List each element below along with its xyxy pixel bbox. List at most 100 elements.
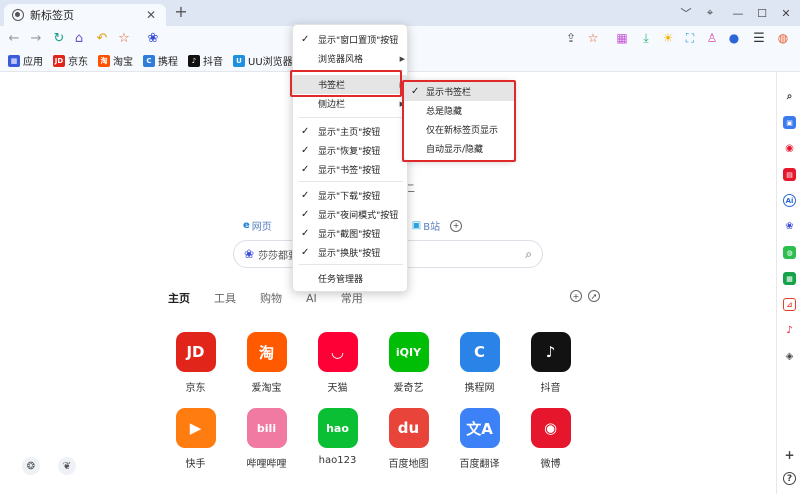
forward-button[interactable]: → (27, 29, 45, 47)
sidebar-baidu-icon[interactable]: ❀ (783, 220, 796, 233)
apps-icon[interactable]: ▦ (613, 29, 631, 47)
back-button[interactable]: ← (5, 29, 23, 47)
site-logo-icon: ♪ (530, 332, 571, 372)
pin-window-button[interactable]: ⌖ (698, 0, 722, 26)
search-icon[interactable]: ⌕ (525, 247, 532, 262)
site-name: 爱奇艺 (393, 383, 424, 394)
screenshot-icon[interactable]: ⛶ (681, 29, 699, 47)
bookmark-star-button[interactable]: ☆ (115, 29, 133, 47)
tab-ai[interactable]: AI (306, 292, 317, 305)
tab-home[interactable]: 主页 (168, 290, 190, 306)
skin-icon[interactable]: ♙ (703, 29, 721, 47)
tab-tools[interactable]: 工具 (214, 290, 236, 306)
explore-compass-icon[interactable]: ➚ (588, 290, 600, 302)
help-icon[interactable]: ? (783, 472, 796, 485)
tab-close-icon[interactable]: ✕ (144, 8, 158, 22)
submenu-item-label: 仅在新标签页显示 (426, 126, 499, 136)
submenu-item[interactable]: 自动显示/隐藏 (404, 139, 514, 158)
menu-item[interactable]: 任务管理器 (293, 269, 409, 288)
bookmark-item[interactable]: C 携程 (143, 53, 178, 68)
sidebar-wechat-icon[interactable]: ◍ (783, 246, 796, 259)
sidebar-weibo-icon[interactable]: ◉ (783, 142, 796, 155)
site-tile[interactable]: iQIY 爱奇艺 (373, 332, 444, 394)
sidebar-music-icon[interactable]: ♪ (783, 324, 796, 337)
menu-item[interactable]: ✓ 显示"夜间模式"按钮 (293, 205, 409, 224)
douyin-icon: ♪ (188, 54, 200, 67)
menu-item[interactable]: ✓ 显示"窗口置顶"按钮 (293, 30, 409, 49)
maximize-button[interactable]: ☐ (750, 0, 774, 26)
menu-item[interactable]: ✓ 显示"主页"按钮 (293, 122, 409, 141)
menu-item[interactable]: ✓ 显示"换肤"按钮 (293, 243, 409, 262)
sidebar-pdf-icon[interactable]: ⊿ (783, 298, 796, 311)
site-tile[interactable]: ♪ 抖音 (515, 332, 586, 394)
site-tile[interactable]: bili 哔哩哔哩 (231, 408, 302, 470)
site-name: 快手 (185, 459, 206, 470)
menu-item[interactable]: 书签栏 ▶ (293, 75, 409, 94)
sidebar-app-icon[interactable]: ▣ (783, 116, 796, 129)
home-button[interactable]: ⌂ (70, 29, 88, 47)
submenu-item[interactable]: 总是隐藏 (404, 101, 514, 120)
share-icon[interactable]: ⇪ (562, 29, 580, 47)
site-logo-icon: ▶ (175, 408, 216, 448)
sidebar-ai-icon[interactable]: Ai (783, 194, 796, 207)
site-tile[interactable]: C 携程网 (444, 332, 515, 394)
sidebar-game-icon[interactable]: ◈ (783, 350, 796, 363)
site-tile[interactable]: du 百度地图 (373, 408, 444, 470)
menu-item[interactable]: ✓ 显示"下载"按钮 (293, 186, 409, 205)
wallpaper-icon[interactable]: ❂ (22, 457, 40, 475)
add-engine-icon[interactable]: + (450, 219, 463, 232)
site-tile[interactable]: ◉ 微博 (515, 408, 586, 470)
night-mode-icon[interactable]: ☀ (659, 29, 677, 47)
menu-item[interactable]: ✓ 显示"恢复"按钮 (293, 141, 409, 160)
menu-item[interactable]: ✓ 显示"截图"按钮 (293, 224, 409, 243)
bookmark-item[interactable]: ▦ 应用 (8, 53, 43, 68)
add-site-icon[interactable]: + (570, 290, 582, 302)
site-logo-icon: du (388, 408, 429, 448)
baidu-icon[interactable]: ❀ (144, 29, 162, 47)
submenu-item[interactable]: 仅在新标签页显示 (404, 120, 514, 139)
download-icon[interactable]: ⤓ (637, 29, 655, 47)
engine-web-tab[interactable]: e 网页 (243, 218, 272, 233)
menu-icon[interactable]: ☰ (750, 29, 768, 47)
reload-button[interactable]: ↻ (50, 29, 68, 47)
menu-item[interactable]: 浏览器风格 ▶ (293, 49, 409, 68)
restore-button[interactable]: ↶ (93, 29, 111, 47)
tab-new-tab[interactable]: 新标签页 ✕ (4, 4, 166, 26)
close-window-button[interactable]: ✕ (774, 0, 798, 26)
site-tile[interactable]: JD 京东 (160, 332, 231, 394)
menu-item-label: 显示"主页"按钮 (318, 128, 381, 138)
bilibili-icon: ▣ (411, 220, 422, 231)
check-icon: ✓ (301, 164, 310, 175)
new-tab-button[interactable]: + (173, 4, 189, 20)
menu-item-label: 显示"恢复"按钮 (318, 147, 381, 157)
menu-item[interactable]: ✓ 显示"书签"按钮 (293, 160, 409, 179)
check-icon: ✓ (301, 126, 310, 137)
tab-shopping[interactable]: 购物 (260, 290, 282, 306)
tab-common[interactable]: 常用 (341, 290, 363, 306)
sidebar-sheet-icon[interactable]: ▦ (783, 272, 796, 285)
menu-item-label: 显示"夜间模式"按钮 (318, 211, 399, 221)
favorite-star-icon[interactable]: ☆ (584, 29, 602, 47)
bookmark-item[interactable]: JD 京东 (53, 53, 88, 68)
menu-divider (299, 117, 403, 118)
tab-list-button[interactable]: ﹀ (674, 0, 698, 26)
engine-bilibili-tab[interactable]: ▣ B站 (412, 218, 440, 233)
site-tile[interactable]: 淘爱淘宝 (231, 332, 302, 394)
ai-assistant-icon[interactable]: ◍ (774, 29, 792, 47)
sidebar-search-icon[interactable]: ⌕ (783, 90, 796, 103)
site-tile[interactable]: 文A 百度翻译 (444, 408, 515, 470)
bookmark-item[interactable]: 淘淘宝 (98, 53, 133, 68)
sidebar-add-icon[interactable]: + (783, 448, 796, 462)
site-tile[interactable]: ◡ 天猫 (302, 332, 373, 394)
leaf-icon[interactable]: ❦ (58, 457, 76, 475)
site-tile[interactable]: ▶ 快手 (160, 408, 231, 470)
site-tile[interactable]: hao hao123 (302, 408, 373, 470)
bookmark-item[interactable]: ♪ 抖音 (188, 53, 223, 68)
site-logo-icon: ◉ (530, 408, 571, 448)
sidebar-news-icon[interactable]: ▤ (783, 168, 796, 181)
submenu-item[interactable]: ✓ 显示书签栏 (404, 82, 514, 101)
baidu-search-icon: ❀ (244, 247, 255, 261)
avatar[interactable]: ● (725, 29, 743, 47)
minimize-button[interactable]: — (726, 0, 750, 26)
menu-item[interactable]: 侧边栏 ▶ (293, 94, 409, 113)
